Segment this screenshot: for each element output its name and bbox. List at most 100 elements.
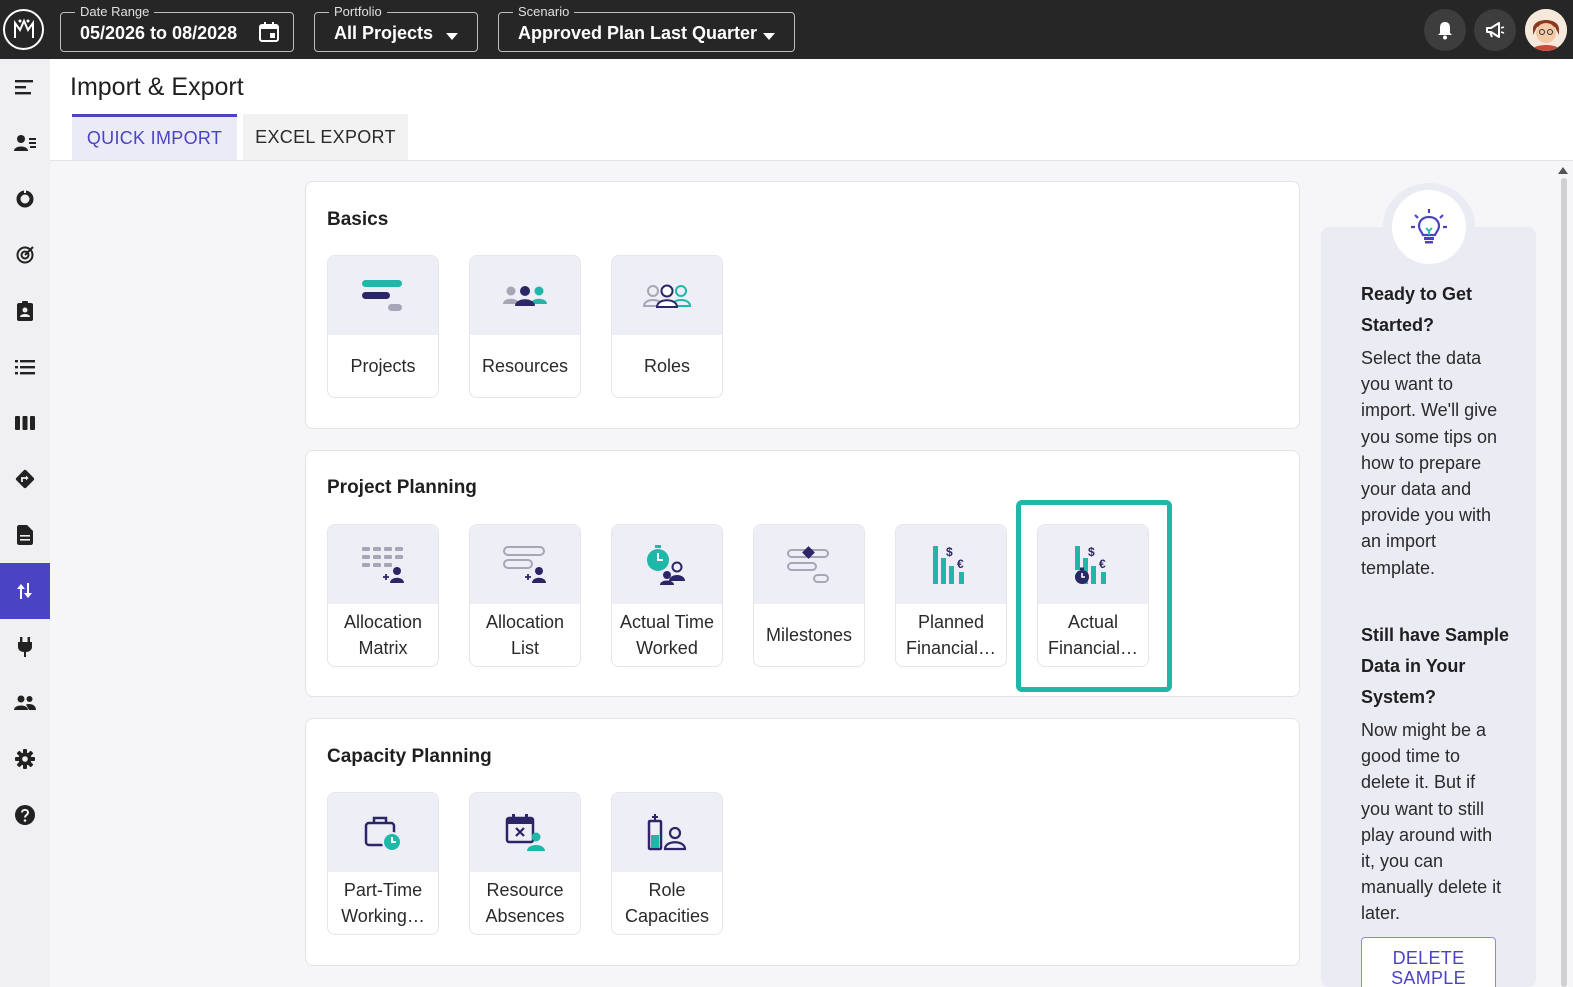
sidebar-item-goals[interactable] [0,227,50,283]
help-bulb-badge [1392,190,1466,264]
donut-chart-icon [16,189,34,208]
tile-allocation-list[interactable]: Allocation List [469,524,581,667]
section-title: Capacity Planning [327,746,492,767]
scenario-select[interactable]: Scenario Approved Plan Last Quarter [498,5,795,52]
tile-roles[interactable]: Roles [611,255,723,398]
lightbulb-icon [1411,209,1447,244]
tile-label: Resources [481,356,569,376]
person-list-icon [14,135,36,151]
tile-label: Projects [350,356,416,376]
tile-part-time-working[interactable]: Part-Time Working… [327,792,439,935]
tile-planned-financials[interactable]: $ € Planned Financial… [895,524,1007,667]
megaphone-icon [1486,22,1505,38]
scroll-up-arrow[interactable] [1558,167,1568,174]
portfolio-label: Portfolio [329,5,387,19]
tile-label: Part-Time Working… [341,880,425,926]
page-header: Import & Export QUICK IMPORT EXCEL EXPOR… [50,59,1573,161]
calendar-icon[interactable] [258,21,280,48]
sidebar-item-board[interactable] [0,395,50,451]
clipboard-person-icon [17,301,33,321]
help-text-get-started: Select the data you want to import. We'l… [1361,348,1498,578]
document-icon [17,525,33,545]
tile-resource-absences[interactable]: Resource Absences [469,792,581,935]
tab-quick-import[interactable]: QUICK IMPORT [72,114,237,160]
delete-sample-button[interactable]: DELETE SAMPLE [1361,937,1496,987]
tile-milestones[interactable]: Milestones [753,524,865,667]
sidebar-item-team[interactable] [0,675,50,731]
sidebar-item-roadmap[interactable] [0,451,50,507]
date-range-field[interactable]: Date Range 05/2026 to 08/2028 [60,5,294,52]
chevron-down-icon [446,28,458,46]
plug-icon [18,637,32,657]
sidebar-item-dashboard[interactable] [0,171,50,227]
svg-text:$: $ [946,545,953,559]
user-avatar[interactable] [1525,9,1567,51]
gear-icon [15,749,35,769]
directions-icon [15,469,35,489]
bell-icon [1438,22,1452,40]
projects-icon [362,279,402,311]
page-title: Import & Export [70,73,244,101]
sidebar-item-integrations[interactable] [0,619,50,675]
announcements-button[interactable] [1474,9,1516,51]
menu-collapse-icon [15,80,33,95]
roles-icon [642,284,692,308]
tile-actual-time-worked[interactable]: Actual Time Worked [611,524,723,667]
sidebar-item-assignments[interactable] [0,283,50,339]
sidebar-item-settings[interactable] [0,731,50,787]
tile-label: Roles [643,356,691,376]
top-bar: Date Range 05/2026 to 08/2028 Portfolio … [0,0,1573,59]
tile-label: Milestones [765,625,853,645]
notifications-button[interactable] [1424,9,1466,51]
role-capacities-icon [647,813,687,850]
help-text-sample-data: Now might be a good time to delete it. B… [1361,720,1502,924]
avatar-icon [1525,9,1567,51]
group-icon [14,695,36,710]
tile-label: Actual Time Worked [619,612,715,658]
resources-icon [503,285,547,306]
part-time-working-icon [364,816,402,852]
chevron-down-icon [763,28,775,46]
sidebar-item-reports[interactable] [0,507,50,563]
allocation-matrix-icon [362,546,404,583]
scenario-label: Scenario [513,5,575,19]
sidebar-item-list[interactable] [0,339,50,395]
help-icon [15,805,35,825]
tab-excel-export[interactable]: EXCEL EXPORT [243,114,408,160]
tile-label: Resource Absences [485,880,565,926]
scrollbar[interactable] [1561,178,1567,987]
sidebar-item-help[interactable] [0,787,50,843]
sidebar-menu-toggle[interactable] [0,59,50,115]
section-basics: Basics Projects Resources Roles [305,181,1300,429]
section-capacity-planning: Capacity Planning Part-Time Working… Res… [305,718,1300,966]
tile-label: Planned Financial… [905,612,997,658]
svg-text:€: € [957,557,964,571]
allocation-list-icon [503,545,546,583]
logo-icon [13,18,34,38]
tile-allocation-matrix[interactable]: Allocation Matrix [327,524,439,667]
target-icon [16,246,34,264]
sidebar-item-people[interactable] [0,115,50,171]
tile-label: Allocation List [485,612,565,658]
selected-tile-highlight [1016,500,1172,692]
tile-role-capacities[interactable]: Role Capacities [611,792,723,935]
actual-time-worked-icon [647,544,685,585]
section-title: Project Planning [327,477,477,498]
list-icon [15,360,35,375]
portfolio-select[interactable]: Portfolio All Projects [314,5,478,52]
scenario-value: Approved Plan Last Quarter [518,23,758,43]
sidebar [0,59,50,987]
app-logo[interactable] [3,9,44,50]
resource-absences-icon [505,813,545,851]
date-range-label: Date Range [75,5,155,19]
help-heading-sample-data: Still have Sample Data in Your System? [1361,625,1510,707]
columns-icon [15,416,35,430]
tile-resources[interactable]: Resources [469,255,581,398]
portfolio-value: All Projects [334,23,434,43]
tile-projects[interactable]: Projects [327,255,439,398]
sidebar-item-import-export[interactable] [0,563,50,619]
section-title: Basics [327,209,389,230]
date-range-value: 05/2026 to 08/2028 [80,23,238,43]
tile-label: Role Capacities [624,880,710,926]
tile-label: Allocation Matrix [343,612,423,658]
